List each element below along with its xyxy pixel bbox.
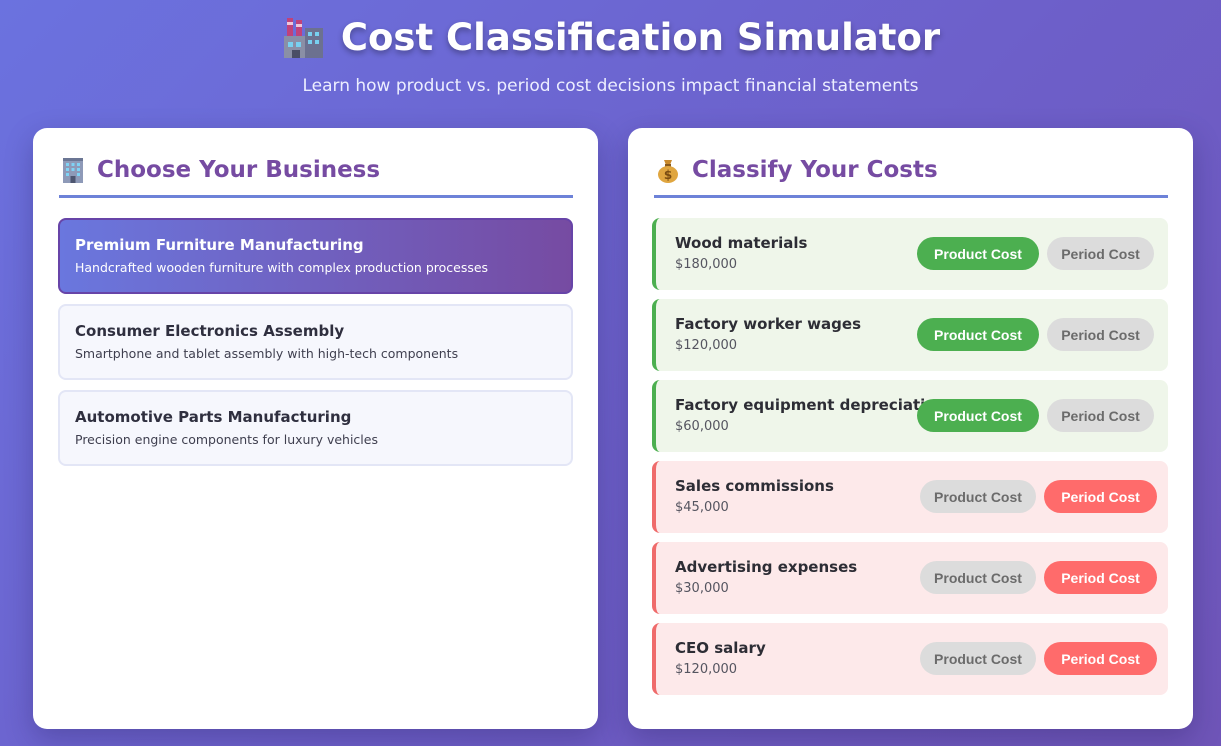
period-cost-button[interactable]: Period Cost [1044, 561, 1157, 594]
product-cost-button[interactable]: Product Cost [920, 561, 1036, 594]
period-cost-button[interactable]: Period Cost [1044, 480, 1157, 513]
classification-buttons: Product Cost Period Cost [917, 237, 1154, 270]
business-option-furniture[interactable]: Premium Furniture Manufacturing Handcraf… [58, 218, 573, 294]
cost-item-equipment-depreciation: Factory equipment depreciation $60,000 P… [652, 380, 1168, 452]
cost-item-factory-wages: Factory worker wages $120,000 Product Co… [652, 299, 1168, 371]
cost-panel: $ Classify Your Costs Wood materials $18… [628, 128, 1193, 729]
business-name: Automotive Parts Manufacturing [75, 408, 352, 426]
period-cost-button[interactable]: Period Cost [1047, 237, 1154, 270]
office-building-icon [63, 158, 83, 183]
business-panel-title: Choose Your Business [97, 157, 381, 183]
business-description: Handcrafted wooden furniture with comple… [75, 260, 489, 275]
svg-text:$: $ [664, 168, 672, 182]
business-panel: Choose Your Business Premium Furniture M… [33, 128, 598, 729]
cost-item-wood-materials: Wood materials $180,000 Product Cost Per… [652, 218, 1168, 290]
classification-buttons: Product Cost Period Cost [920, 561, 1157, 594]
period-cost-button[interactable]: Period Cost [1047, 318, 1154, 351]
page-title-text: Cost Classification Simulator [340, 15, 941, 59]
page-subtitle: Learn how product vs. period cost decisi… [302, 76, 919, 96]
cost-item-ceo-salary: CEO salary $120,000 Product Cost Period … [652, 623, 1168, 695]
business-description: Precision engine components for luxury v… [75, 432, 378, 447]
period-cost-button[interactable]: Period Cost [1047, 399, 1154, 432]
business-panel-header: Choose Your Business [59, 156, 573, 198]
business-option-electronics[interactable]: Consumer Electronics Assembly Smartphone… [58, 304, 573, 380]
cost-item-sales-commissions: Sales commissions $45,000 Product Cost P… [652, 461, 1168, 533]
product-cost-button[interactable]: Product Cost [920, 480, 1036, 513]
period-cost-button[interactable]: Period Cost [1044, 642, 1157, 675]
classification-buttons: Product Cost Period Cost [917, 318, 1154, 351]
money-bag-icon: $ [658, 160, 678, 183]
classification-buttons: Product Cost Period Cost [920, 480, 1157, 513]
business-option-automotive[interactable]: Automotive Parts Manufacturing Precision… [58, 390, 573, 466]
product-cost-button[interactable]: Product Cost [917, 318, 1039, 351]
cost-panel-title: Classify Your Costs [692, 157, 938, 183]
page-title: Cost Classification Simulator [0, 14, 1221, 60]
product-cost-button[interactable]: Product Cost [920, 642, 1036, 675]
classification-buttons: Product Cost Period Cost [917, 399, 1154, 432]
product-cost-button[interactable]: Product Cost [917, 399, 1039, 432]
cost-item-advertising: Advertising expenses $30,000 Product Cos… [652, 542, 1168, 614]
classification-buttons: Product Cost Period Cost [920, 642, 1157, 675]
business-name: Consumer Electronics Assembly [75, 322, 345, 340]
business-description: Smartphone and tablet assembly with high… [75, 346, 459, 361]
cost-panel-header: $ Classify Your Costs [654, 156, 1168, 198]
factory-icon [283, 18, 323, 58]
product-cost-button[interactable]: Product Cost [917, 237, 1039, 270]
business-name: Premium Furniture Manufacturing [75, 236, 364, 254]
